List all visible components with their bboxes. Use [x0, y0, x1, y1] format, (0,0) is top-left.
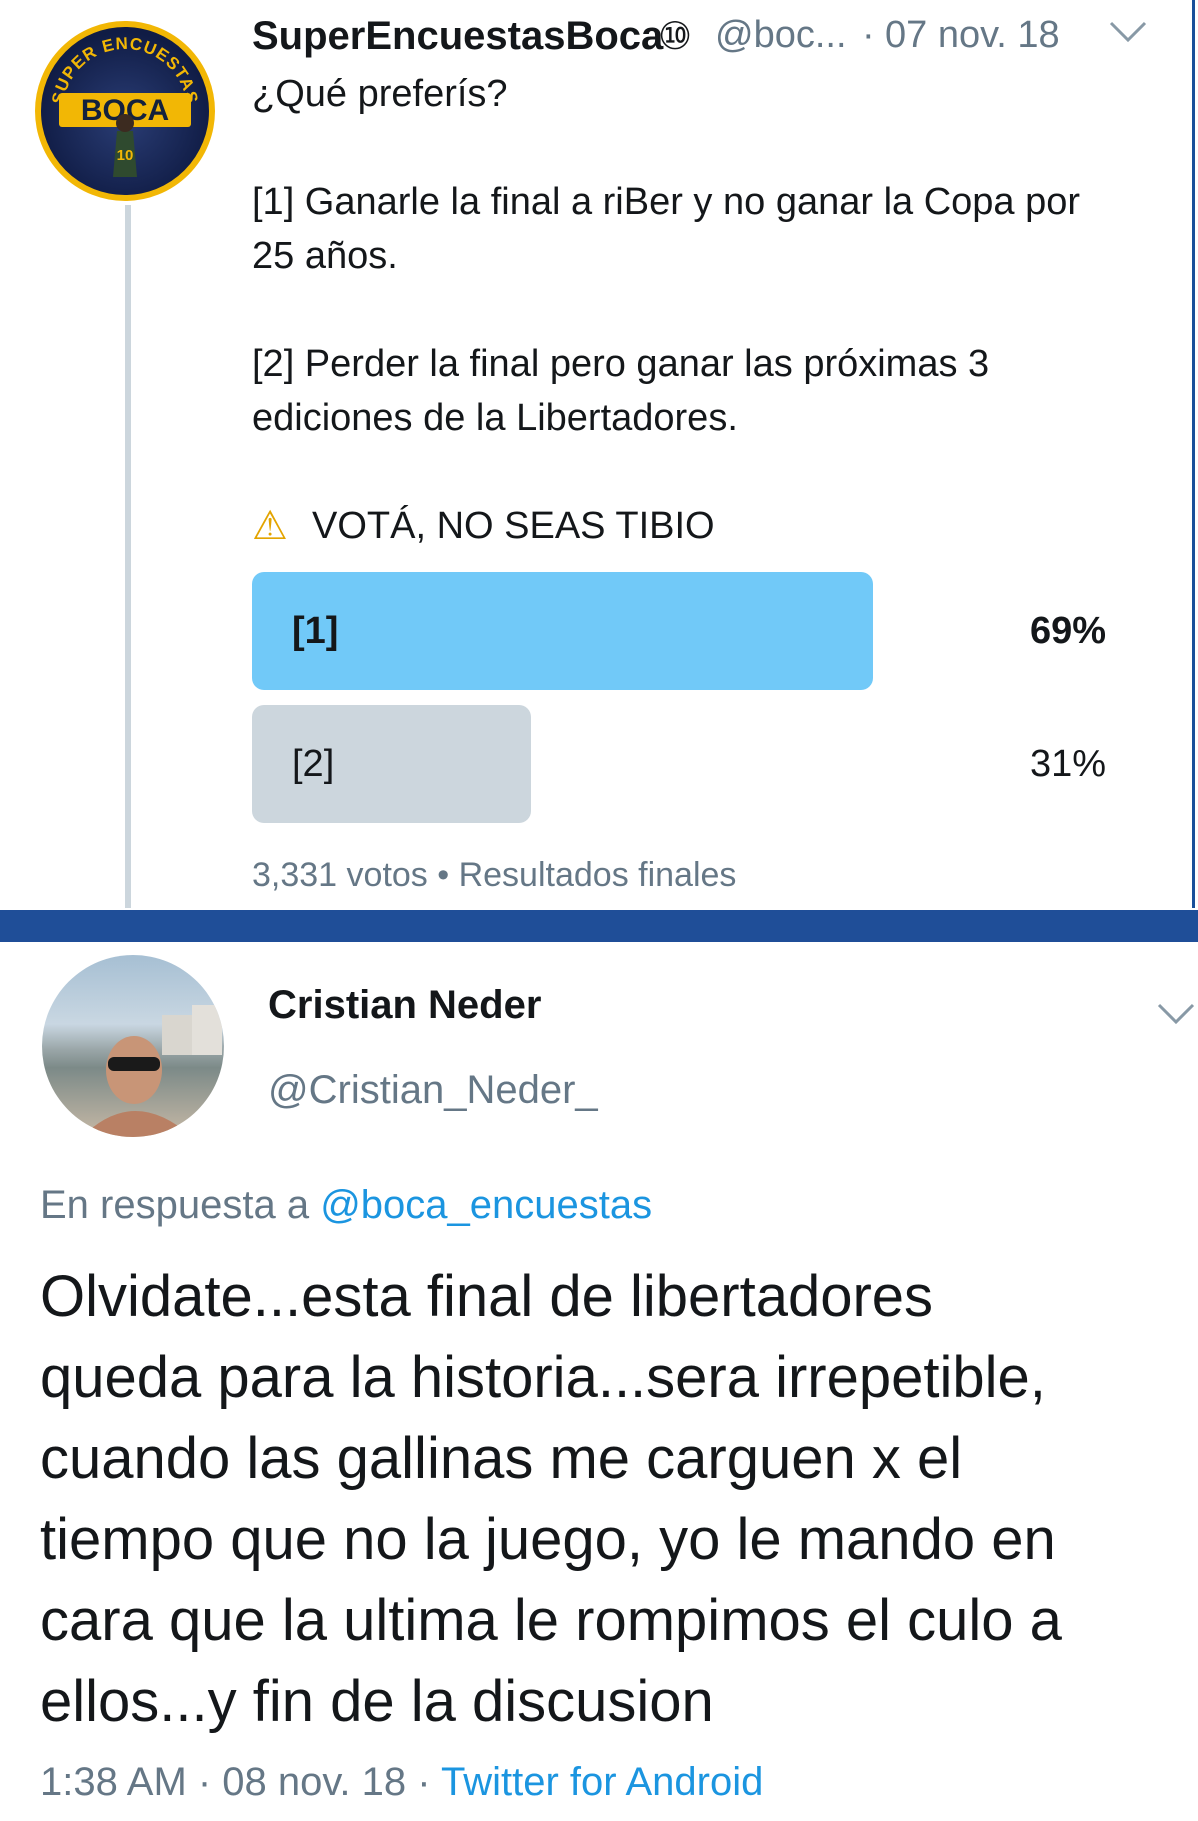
author-handle[interactable]: @boc...: [715, 14, 847, 57]
poll-option-2-percent: 31%: [1029, 743, 1106, 785]
reply-author-name[interactable]: Cristian Neder: [268, 983, 541, 1028]
reply-source-link[interactable]: Twitter for Android: [441, 1760, 763, 1804]
poll-footer: 3,331 votos • Resultados finales: [252, 856, 737, 894]
in-reply-to: En respuesta a @boca_encuestas: [40, 1183, 652, 1228]
author-name[interactable]: SuperEncuestasBoca: [252, 14, 663, 59]
reply-line: tiempo que no la juego, yo le mando en: [40, 1507, 1056, 1572]
option2-line2: ediciones de la Libertadores.: [252, 397, 738, 439]
option2-line1: [2] Perder la final pero ganar las próxi…: [252, 343, 990, 385]
reply-line: cara que la ultima le rompimos el culo a: [40, 1588, 1062, 1653]
poll-option-1-bar: [252, 572, 873, 690]
poll-option-2-label: [2]: [292, 743, 335, 785]
person-photo-icon: [82, 1005, 222, 1137]
reply-line: cuando las gallinas me carguen x el: [40, 1426, 963, 1491]
option1-line1: [1] Ganarle la final a riBer y no ganar …: [252, 181, 1081, 223]
option1-line2: 25 años.: [252, 235, 398, 277]
in-reply-handle-link[interactable]: @boca_encuestas: [320, 1183, 652, 1227]
reply-meta: 1:38 AM · 08 nov. 18 · Twitter for Andro…: [40, 1760, 763, 1805]
reply-text: Olvidate...esta final de libertadores qu…: [40, 1256, 1190, 1742]
chevron-down-icon[interactable]: [1108, 20, 1148, 49]
reply-chevron-down-icon[interactable]: [1156, 1002, 1196, 1031]
separator-dot: ·: [862, 14, 875, 56]
reply-author-handle[interactable]: @Cristian_Neder_: [268, 1068, 598, 1113]
poll-option-1-label: [1]: [292, 610, 339, 652]
warning-text: VOTÁ, NO SEAS TIBIO: [312, 505, 715, 547]
boca-logo-icon: SUPER ENCUESTAS BOCA 10: [48, 34, 201, 177]
reply-line: ellos...y fin de la discusion: [40, 1669, 714, 1734]
reply-time[interactable]: 1:38 AM · 08 nov. 18 ·: [40, 1760, 431, 1804]
thread-connector-line: [125, 205, 131, 908]
divider-bar: [0, 910, 1198, 942]
tweet-question: ¿Qué preferís?: [252, 73, 508, 115]
reply-line: Olvidate...esta final de libertadores: [40, 1264, 934, 1329]
warning-icon: ⚠: [252, 504, 288, 548]
tweet-date[interactable]: 07 nov. 18: [885, 14, 1060, 57]
poll-option-1-percent: 69%: [1029, 610, 1106, 652]
avatar-number: 10: [117, 147, 134, 164]
cristian-avatar[interactable]: [42, 955, 224, 1137]
boca-avatar[interactable]: SUPER ENCUESTAS BOCA 10: [35, 21, 215, 201]
in-reply-prefix: En respuesta a: [40, 1183, 310, 1227]
reply-line: queda para la historia...sera irrepetibl…: [40, 1345, 1046, 1410]
poll-tweet-card[interactable]: SUPER ENCUESTAS BOCA 10 SuperEncuestasBo…: [0, 0, 1195, 908]
verified-badge-icon: ⑩: [658, 16, 693, 58]
